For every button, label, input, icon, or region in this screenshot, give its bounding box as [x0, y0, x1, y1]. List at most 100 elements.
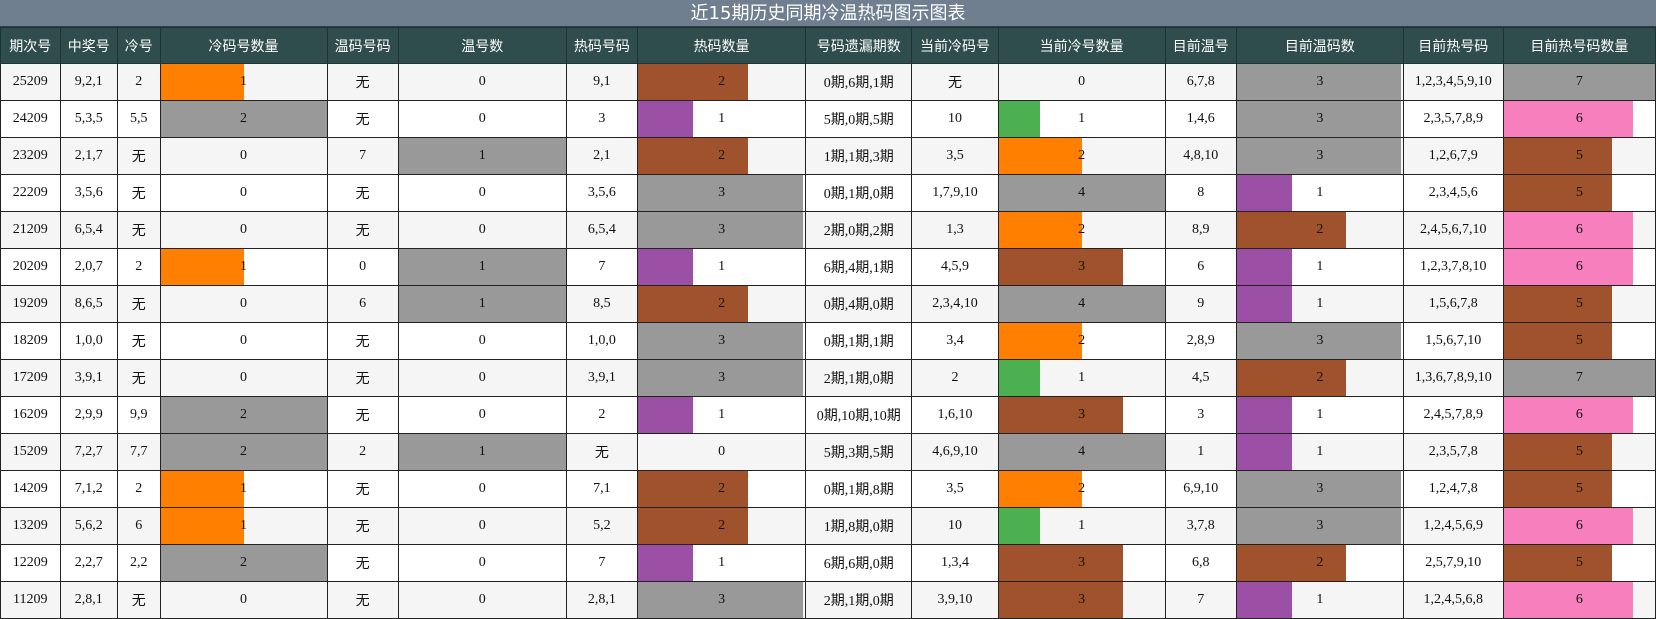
bar-cell-cur-cold-cnt: 2 [997, 322, 1166, 360]
count-value: 0 [478, 222, 486, 237]
count-value: 4 [1078, 444, 1086, 459]
bar-cell-cur-warm-cnt: 2 [1235, 359, 1404, 397]
cell-miss: 2期,1期,0期 [805, 581, 913, 619]
count-value: 3 [1316, 74, 1324, 89]
count-value: 2 [240, 444, 247, 459]
count-value: 1 [478, 148, 486, 163]
cell-issue: 21209 [0, 211, 61, 249]
count-value: 1 [240, 74, 247, 89]
header-row: 期次号 中奖号 冷号 冷码号数量 温码号码 温号数 热码号码 热码数量 号码遗漏… [0, 27, 1656, 64]
count-value: 2 [240, 111, 247, 126]
bar-cell-warm-cnt: 1 [397, 285, 567, 323]
count-value: 3 [1316, 148, 1324, 163]
cell-cur-warm: 6 [1164, 248, 1237, 286]
bar-cell-hot-cnt: 3 [637, 359, 807, 397]
cell-cold: 2 [116, 63, 161, 101]
count-value: 1 [240, 259, 247, 274]
cell-cur-hot: 1,2,3,7,8,10 [1402, 248, 1504, 286]
bar-cell-cur-hot-cnt: 5 [1502, 137, 1656, 175]
cell-cur-hot: 1,2,4,5,6,8 [1402, 581, 1504, 619]
bar-cell-cur-cold-cnt: 2 [997, 137, 1166, 175]
bar-cell-cur-warm-cnt: 3 [1235, 470, 1404, 508]
table-row: 22209 3,5,6 无 0 无 0 3,5,6 3 0期,1期,0期 1,7,9,10 4 8 1 2… [0, 174, 1656, 212]
bar-cell-cur-hot-cnt: 5 [1502, 470, 1656, 508]
cell-cold: 5,5 [116, 100, 161, 138]
bar-cell-hot-cnt: 1 [637, 396, 807, 434]
bar-cell-warm-cnt: 0 [397, 63, 567, 101]
cell-warm: 无 [326, 359, 399, 397]
cell-miss: 5期,3期,5期 [805, 433, 913, 471]
cell-win: 2,0,7 [59, 248, 118, 286]
count-value: 0 [1078, 74, 1086, 89]
bar-cell-cold-cnt: 1 [159, 470, 328, 508]
bar-cell-cur-cold-cnt: 1 [997, 359, 1166, 397]
cell-warm: 0 [326, 248, 399, 286]
table-row: 18209 1,0,0 无 0 无 0 1,0,0 3 0期,1期,1期 3,4 2 2,8,9 3 1,… [0, 322, 1656, 360]
cell-hot: 1,0,0 [565, 322, 639, 360]
count-value: 5 [1575, 481, 1583, 496]
cell-cur-cold: 1,6,10 [911, 396, 999, 434]
cell-cur-cold: 4,5,9 [911, 248, 999, 286]
count-value: 6 [1575, 592, 1583, 607]
bar-cell-warm-cnt: 0 [397, 544, 567, 582]
count-value: 3 [718, 222, 726, 237]
cell-issue: 16209 [0, 396, 61, 434]
count-value: 1 [240, 481, 247, 496]
bar-cell-hot-cnt: 3 [637, 211, 807, 249]
bar-cell-cur-warm-cnt: 1 [1235, 174, 1404, 212]
cell-cur-cold: 2 [911, 359, 999, 397]
cell-win: 5,3,5 [59, 100, 118, 138]
bar-cell-cur-warm-cnt: 1 [1235, 285, 1404, 323]
cell-issue: 25209 [0, 63, 61, 101]
bar-cell-cold-cnt: 1 [159, 248, 328, 286]
cell-cur-cold: 无 [911, 63, 999, 101]
bar-cell-cur-hot-cnt: 5 [1502, 322, 1656, 360]
cell-warm: 7 [326, 137, 399, 175]
cell-warm: 无 [326, 544, 399, 582]
bar-cell-hot-cnt: 1 [637, 248, 807, 286]
bar-cell-cur-warm-cnt: 2 [1235, 211, 1404, 249]
cell-issue: 22209 [0, 174, 61, 212]
count-value: 3 [718, 333, 726, 348]
bar-cell-warm-cnt: 1 [397, 433, 567, 471]
count-value: 0 [478, 333, 486, 348]
cell-miss: 5期,0期,5期 [805, 100, 913, 138]
count-value: 0 [240, 370, 247, 385]
cell-win: 3,5,6 [59, 174, 118, 212]
bar-cell-cur-hot-cnt: 5 [1502, 433, 1656, 471]
cell-miss: 0期,6期,1期 [805, 63, 913, 101]
col-header-hot: 热码号码 [565, 27, 639, 64]
bar-cell-cur-cold-cnt: 4 [997, 285, 1166, 323]
bar-cell-cur-warm-cnt: 3 [1235, 63, 1404, 101]
cell-issue: 15209 [0, 433, 61, 471]
cell-warm: 6 [326, 285, 399, 323]
count-value: 0 [478, 481, 486, 496]
cell-win: 2,2,7 [59, 544, 118, 582]
cell-cur-hot: 1,2,3,4,5,9,10 [1402, 63, 1504, 101]
cell-warm: 无 [326, 174, 399, 212]
cell-cur-cold: 3,9,10 [911, 581, 999, 619]
count-value: 0 [240, 592, 247, 607]
col-header-current-hot-count: 目前热号码数量 [1502, 27, 1656, 64]
cell-cur-warm: 3 [1164, 396, 1237, 434]
count-value: 1 [1316, 444, 1324, 459]
cell-cur-hot: 2,4,5,7,8,9 [1402, 396, 1504, 434]
count-value: 3 [1316, 111, 1324, 126]
count-value: 3 [1316, 518, 1324, 533]
count-value: 1 [1078, 370, 1086, 385]
count-value: 2 [1078, 148, 1086, 163]
bar-cell-cold-cnt: 0 [159, 322, 328, 360]
col-header-miss: 号码遗漏期数 [805, 27, 913, 64]
count-value: 1 [718, 555, 726, 570]
count-value: 0 [240, 222, 247, 237]
cell-warm: 无 [326, 507, 399, 545]
cell-warm: 2 [326, 433, 399, 471]
bar-cell-cur-cold-cnt: 4 [997, 174, 1166, 212]
cell-miss: 1期,1期,3期 [805, 137, 913, 175]
cell-cold: 无 [116, 174, 161, 212]
table-row: 12209 2,2,7 2,2 2 无 0 7 1 6期,6期,0期 1,3,4 3 6,8 2 2,5,… [0, 544, 1656, 582]
table-row: 11209 2,8,1 无 0 无 0 2,8,1 3 2期,1期,0期 3,9,10 3 7 1 1,2… [0, 581, 1656, 619]
cell-miss: 6期,4期,1期 [805, 248, 913, 286]
cell-cur-cold: 3,5 [911, 470, 999, 508]
cell-cur-hot: 1,5,6,7,10 [1402, 322, 1504, 360]
